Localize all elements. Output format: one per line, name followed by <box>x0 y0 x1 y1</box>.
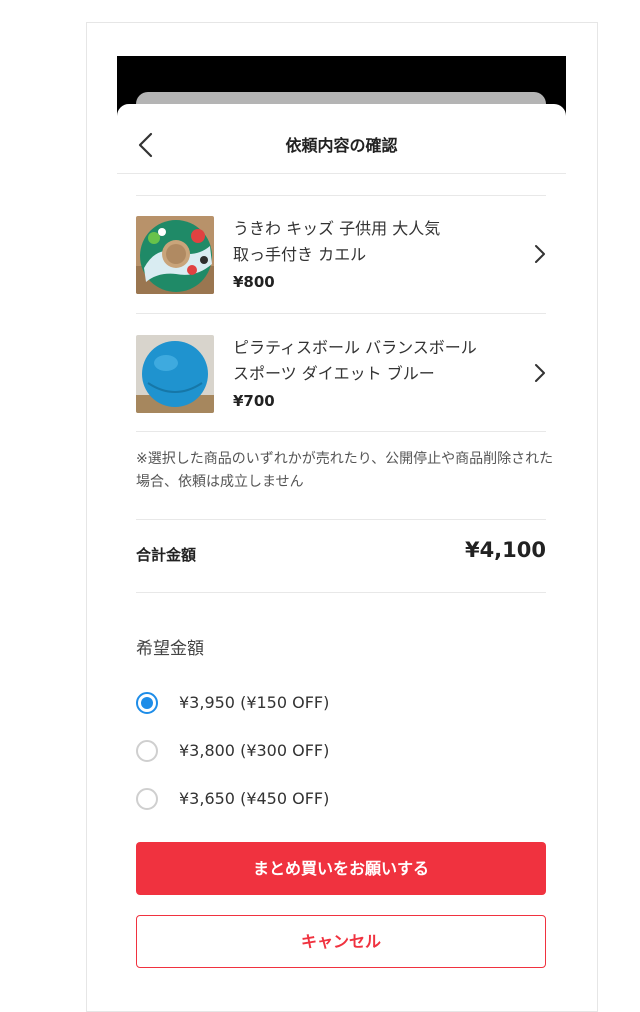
item-price: ¥700 <box>233 392 275 410</box>
notice-text: ※選択した商品のいずれかが売れたり、公開停止や商品削除された場合、依頼は成立しま… <box>136 451 554 490</box>
radio-button[interactable] <box>136 788 158 810</box>
item-price: ¥800 <box>233 273 275 291</box>
radio-button[interactable] <box>136 740 158 762</box>
price-option-1[interactable]: ¥3,950 (¥150 OFF) <box>136 688 436 718</box>
divider <box>136 313 546 314</box>
bundle-request-button[interactable]: まとめ買いをお願いする <box>136 842 546 895</box>
price-option-label: ¥3,650 (¥450 OFF) <box>179 789 330 808</box>
item-name-line: うきわ キッズ 子供用 大人気 <box>233 219 441 238</box>
product-thumbnail <box>136 216 214 294</box>
sheet-header: 依頼内容の確認 <box>117 104 566 174</box>
chevron-left-icon[interactable] <box>135 132 157 158</box>
list-item-balance-ball[interactable]: ピラティスボール バランスボール スポーツ ダイエット ブルー ¥700 <box>136 335 546 453</box>
item-name-line: ピラティスボール バランスボール <box>233 338 477 357</box>
price-option-label: ¥3,800 (¥300 OFF) <box>179 741 330 760</box>
item-name-line: スポーツ ダイエット ブルー <box>233 364 435 383</box>
confirmation-sheet: 依頼内容の確認 うきわ キッズ 子供用 大人気 取っ手付き カエル ¥800 ピ… <box>117 104 566 1004</box>
item-name-line: 取っ手付き カエル <box>233 245 367 264</box>
total-value: ¥4,100 <box>464 538 546 562</box>
total-label: 合計金額 <box>136 546 197 564</box>
price-option-2[interactable]: ¥3,800 (¥300 OFF) <box>136 736 436 766</box>
desired-price-title: 希望金額 <box>136 639 204 659</box>
price-option-3[interactable]: ¥3,650 (¥450 OFF) <box>136 784 436 814</box>
chevron-right-icon <box>535 245 545 263</box>
radio-button-selected[interactable] <box>136 692 158 714</box>
page-title: 依頼内容の確認 <box>285 136 398 155</box>
divider <box>136 519 546 520</box>
list-item-swim-ring[interactable]: うきわ キッズ 子供用 大人気 取っ手付き カエル ¥800 <box>136 216 546 334</box>
divider <box>136 195 546 196</box>
cancel-button[interactable]: キャンセル <box>136 915 546 968</box>
divider <box>136 592 546 593</box>
product-thumbnail <box>136 335 214 413</box>
chevron-right-icon <box>535 364 545 382</box>
price-option-label: ¥3,950 (¥150 OFF) <box>179 693 330 712</box>
divider <box>136 431 546 432</box>
